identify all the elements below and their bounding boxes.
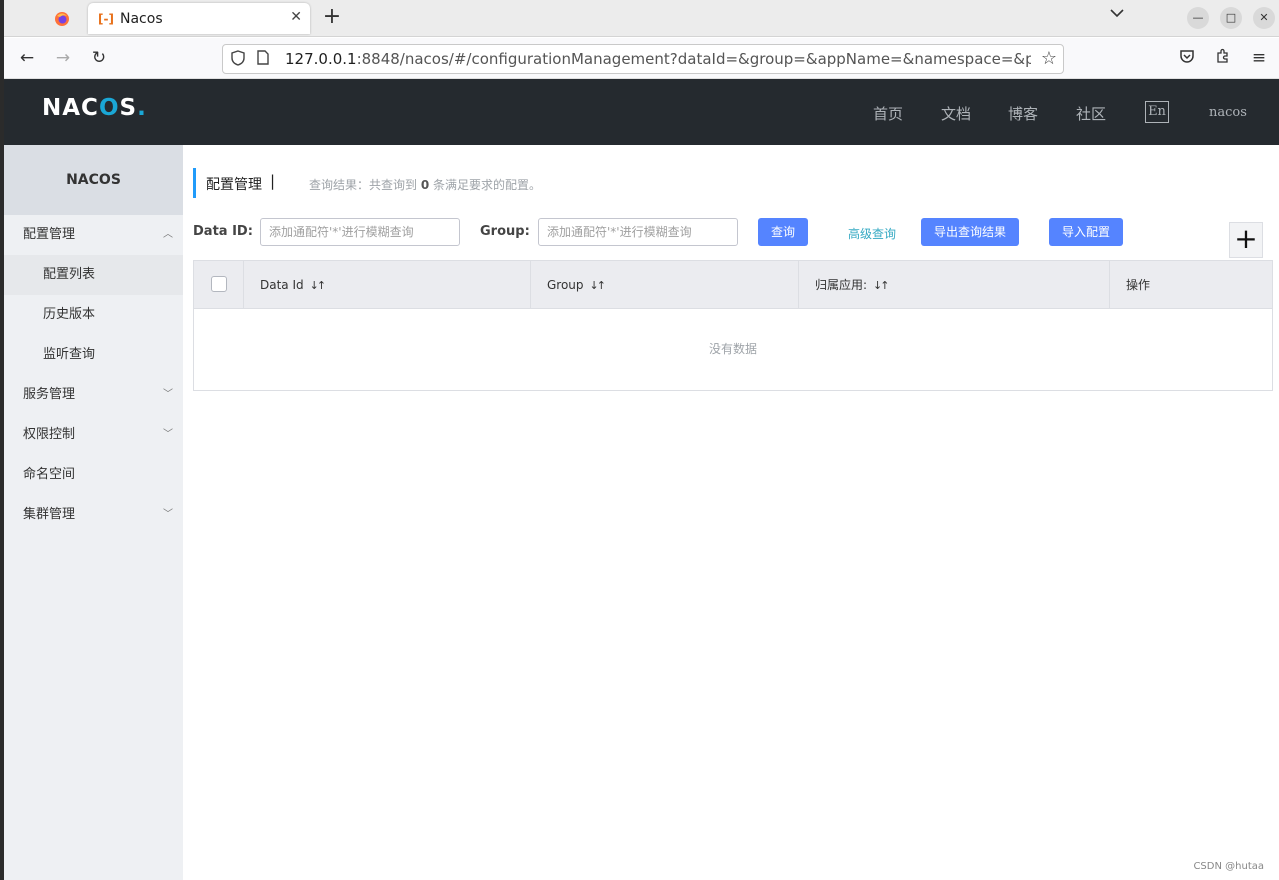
sidebar-item-history[interactable]: 历史版本 xyxy=(4,295,183,335)
nav-link-blog[interactable]: 博客 xyxy=(1008,103,1038,124)
column-header-app[interactable]: 归属应用: ↓↑ xyxy=(799,261,1110,309)
tab-nacos[interactable]: [-] Nacos ✕ xyxy=(88,3,310,34)
new-tab-button[interactable]: + xyxy=(318,5,346,31)
firefox-view-tab[interactable] xyxy=(40,5,84,33)
select-all-checkbox[interactable] xyxy=(211,276,227,292)
sort-icon[interactable]: ↓↑ xyxy=(873,279,890,292)
column-header-actions: 操作 xyxy=(1126,278,1151,292)
close-window-icon[interactable]: ✕ xyxy=(1253,7,1275,29)
bookmark-star-icon[interactable]: ☆ xyxy=(1041,48,1057,69)
minimize-icon[interactable]: — xyxy=(1187,7,1209,29)
browser-tab-strip: [-] Nacos ✕ + — □ ✕ xyxy=(0,0,1279,37)
watermark: CSDN @hutaa xyxy=(1193,861,1264,872)
nav-link-community[interactable]: 社区 xyxy=(1076,103,1106,124)
app-header: NACOS. 首页 文档 博客 社区 En nacos xyxy=(4,79,1279,145)
chevron-down-icon: ﹀ xyxy=(163,509,173,520)
page-title: 配置管理 xyxy=(206,177,262,193)
sidebar: NACOS 配置管理 ︿ 配置列表 历史版本 监听查询 服务管理 ﹀ 权限控制 … xyxy=(4,145,183,880)
table-header: Data Id ↓↑ Group ↓↑ 归属应用: ↓↑ 操作 xyxy=(194,261,1272,309)
chevron-up-icon: ︿ xyxy=(163,229,173,240)
data-id-label: Data ID: xyxy=(193,224,253,239)
language-switch[interactable]: En xyxy=(1145,101,1169,123)
nav-link-docs[interactable]: 文档 xyxy=(941,103,971,124)
reload-icon[interactable]: ↻ xyxy=(88,48,110,68)
nacos-favicon-icon: [-] xyxy=(98,11,114,26)
sidebar-item-listener-query[interactable]: 监听查询 xyxy=(4,335,183,375)
user-name[interactable]: nacos xyxy=(1209,105,1247,120)
select-all-cell xyxy=(194,261,244,309)
url-host: 127.0.0.1 xyxy=(285,50,357,68)
result-count: 0 xyxy=(420,178,430,192)
window-edge xyxy=(0,0,4,880)
address-bar[interactable]: 127.0.0.1:8848/nacos/#/configurationMana… xyxy=(222,44,1064,74)
advanced-query-link[interactable]: 高级查询 xyxy=(848,225,896,242)
sidebar-item-access-control[interactable]: 权限控制 ﹀ xyxy=(4,415,183,455)
close-tab-icon[interactable]: ✕ xyxy=(290,9,302,25)
column-header-data-id[interactable]: Data Id ↓↑ xyxy=(244,261,531,309)
maximize-icon[interactable]: □ xyxy=(1220,7,1242,29)
forward-icon[interactable]: → xyxy=(52,48,74,68)
pocket-icon[interactable] xyxy=(1176,48,1198,69)
import-config-button[interactable]: 导入配置 xyxy=(1049,218,1123,246)
sort-icon[interactable]: ↓↑ xyxy=(590,279,607,292)
sidebar-item-cluster-management[interactable]: 集群管理 ﹀ xyxy=(4,495,183,535)
extensions-icon[interactable] xyxy=(1212,48,1234,69)
sort-icon[interactable]: ↓↑ xyxy=(310,279,327,292)
firefox-icon xyxy=(55,12,69,26)
tracking-shield-icon[interactable] xyxy=(231,50,245,70)
url-path: :8848/nacos/#/configurationManagement?da… xyxy=(356,50,1031,68)
column-header-group[interactable]: Group ↓↑ xyxy=(531,261,799,309)
empty-state: 没有数据 xyxy=(708,342,757,356)
title-separator: | xyxy=(270,172,276,190)
tab-title: Nacos xyxy=(120,10,163,27)
chevron-down-icon: ﹀ xyxy=(163,429,173,440)
nacos-logo[interactable]: NACOS. xyxy=(42,95,147,121)
group-input[interactable] xyxy=(538,218,738,246)
sidebar-item-service-management[interactable]: 服务管理 ﹀ xyxy=(4,375,183,415)
group-label: Group: xyxy=(480,224,530,239)
query-button[interactable]: 查询 xyxy=(758,218,808,246)
tab-list-chevron-icon[interactable] xyxy=(1110,6,1124,22)
export-results-button[interactable]: 导出查询结果 xyxy=(921,218,1019,246)
sidebar-item-config-list[interactable]: 配置列表 xyxy=(4,255,183,295)
add-config-button[interactable]: + xyxy=(1229,222,1263,258)
title-accent-bar xyxy=(193,168,196,198)
query-result-summary: 查询结果：共查询到 0 条满足要求的配置。 xyxy=(309,178,542,192)
menu-icon[interactable]: ≡ xyxy=(1248,48,1270,68)
page-info-icon[interactable] xyxy=(257,50,269,69)
sidebar-item-namespace[interactable]: 命名空间 xyxy=(4,455,183,495)
config-table: Data Id ↓↑ Group ↓↑ 归属应用: ↓↑ 操作 没有数据 xyxy=(193,260,1273,391)
sidebar-item-config-management[interactable]: 配置管理 ︿ xyxy=(4,215,183,255)
chevron-down-icon: ﹀ xyxy=(163,389,173,400)
data-id-input[interactable] xyxy=(260,218,460,246)
nav-link-home[interactable]: 首页 xyxy=(873,103,903,124)
url-text: 127.0.0.1:8848/nacos/#/configurationMana… xyxy=(285,50,1031,68)
back-icon[interactable]: ← xyxy=(16,48,38,68)
sidebar-brand: NACOS xyxy=(4,145,183,215)
